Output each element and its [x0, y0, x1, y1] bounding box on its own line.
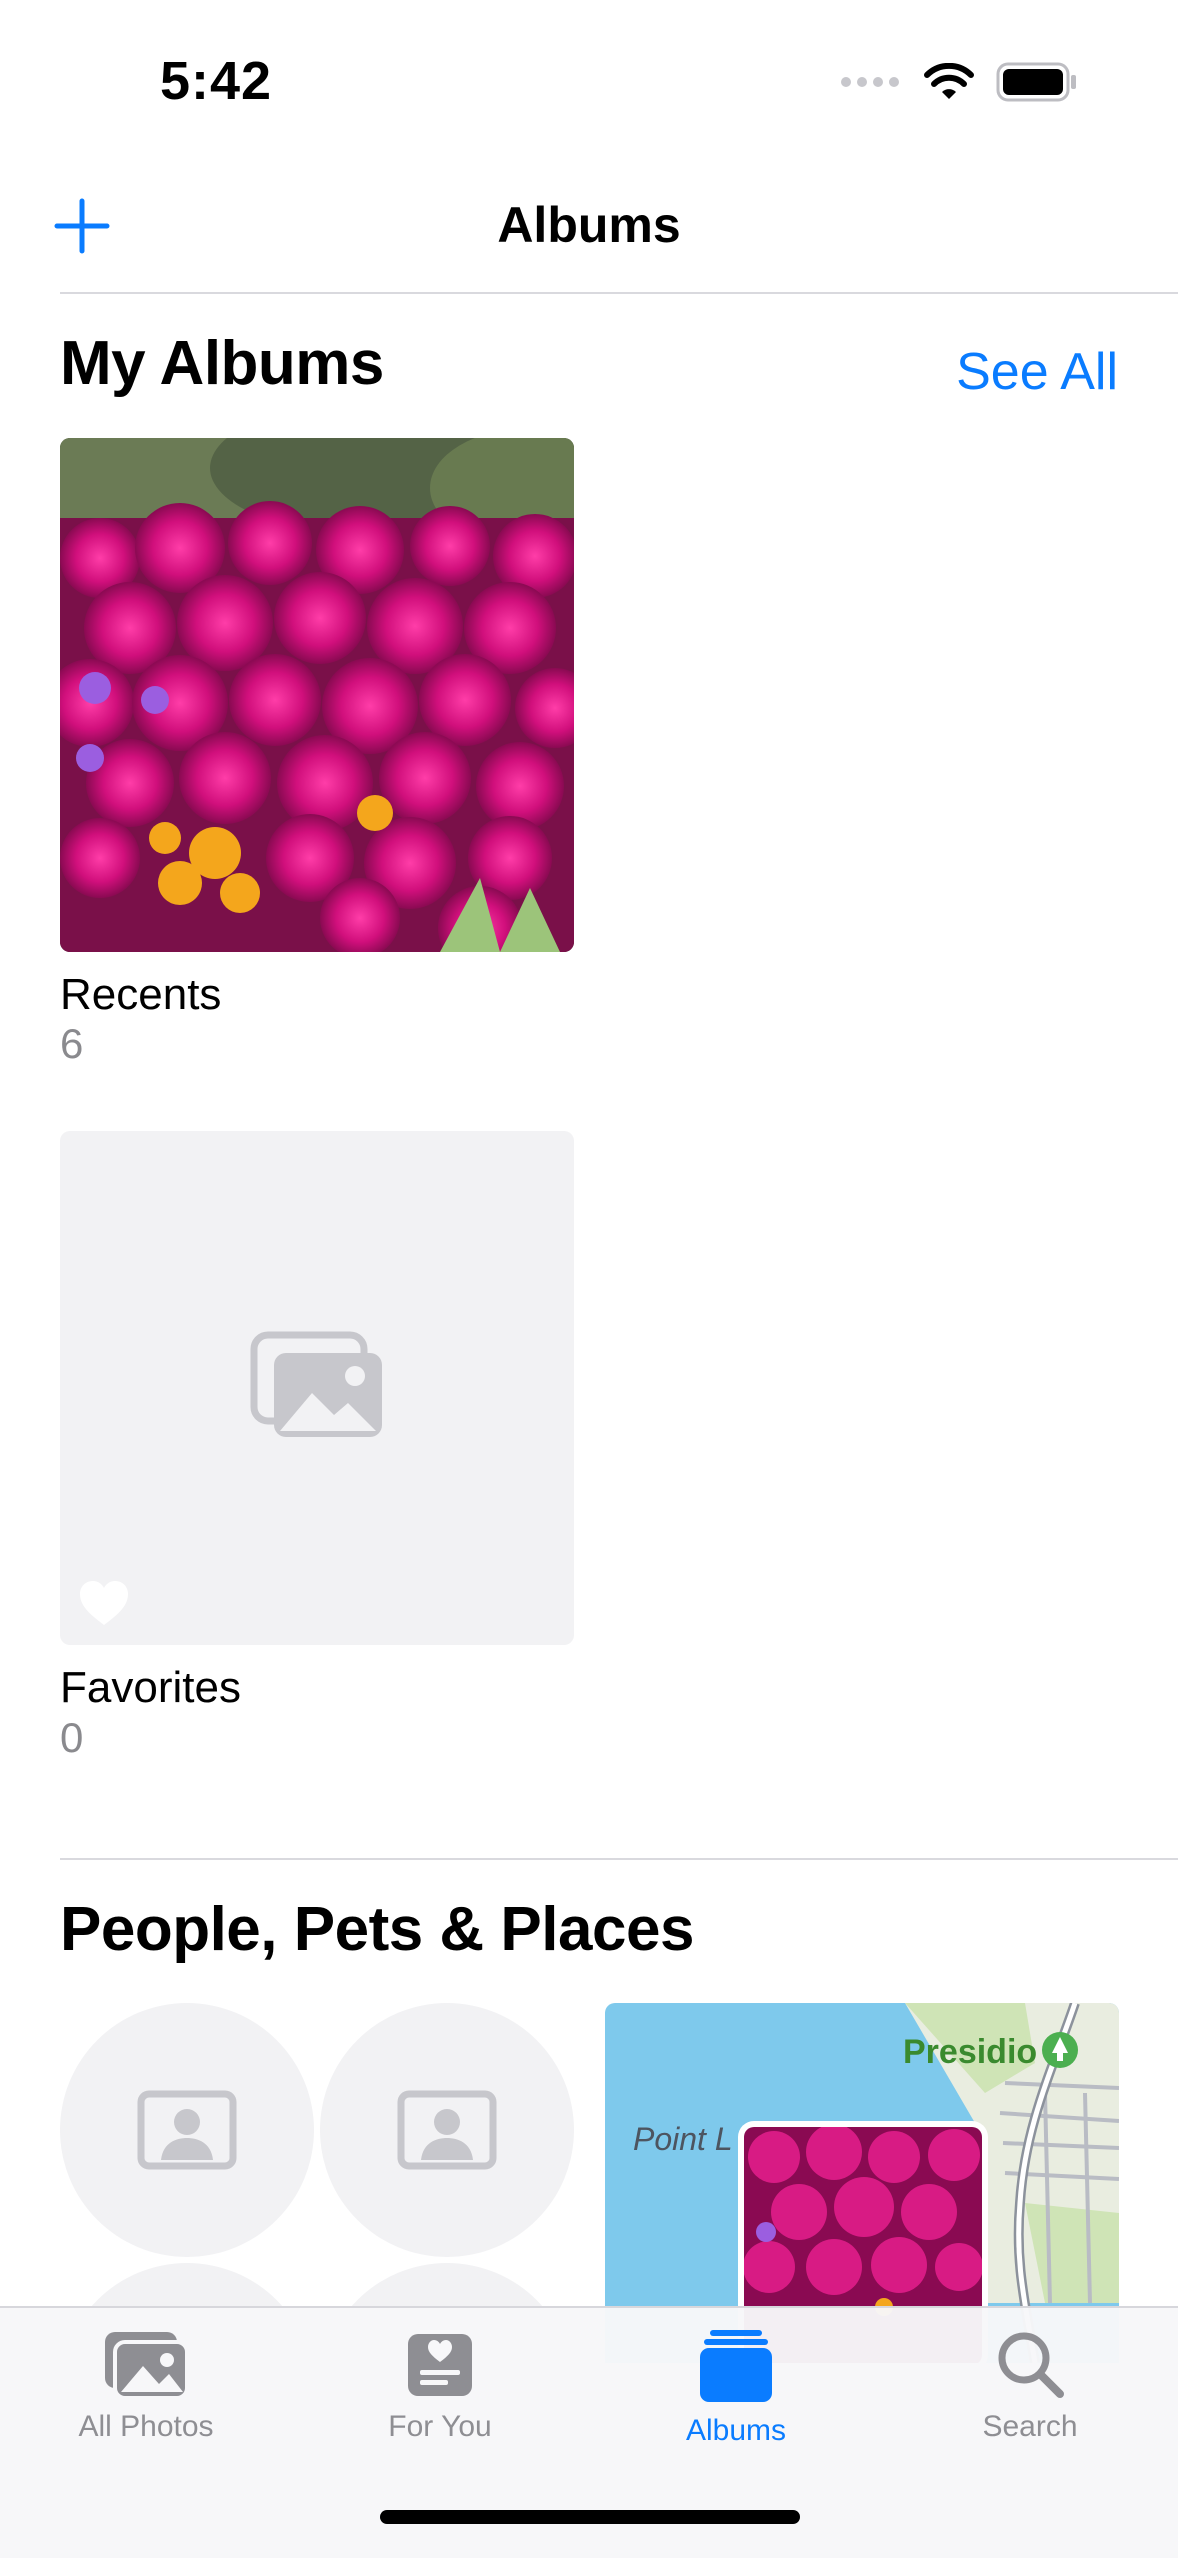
tab-label: Albums: [685, 2414, 787, 2447]
home-indicator[interactable]: [380, 2510, 800, 2524]
people-pets-places-heading: People, Pets & Places: [60, 1895, 694, 1964]
person-icon: [397, 2090, 497, 2170]
wifi-icon: [924, 63, 974, 99]
tab-albums[interactable]: Albums: [606, 2328, 866, 2448]
tab-label: Search: [982, 2410, 1078, 2443]
tab-label: For You: [388, 2410, 492, 2443]
favorites-album-name: Favorites: [60, 1663, 241, 1712]
for-you-icon: [408, 2334, 472, 2396]
my-albums-heading: My Albums: [60, 329, 384, 398]
map-label-point: Point L: [633, 2121, 733, 2157]
favorites-album-thumbnail[interactable]: [60, 1131, 574, 1645]
status-time: 5:42: [160, 51, 273, 111]
tab-label: All Photos: [78, 2410, 214, 2443]
nav-divider: [60, 292, 1178, 294]
recents-album-thumbnail[interactable]: [60, 438, 574, 952]
recents-album-count: 6: [60, 1020, 84, 1067]
person-placeholder[interactable]: [320, 2003, 574, 2257]
heart-icon: [80, 1581, 128, 1625]
person-placeholder[interactable]: [60, 2003, 314, 2257]
battery-icon: [996, 62, 1076, 102]
section-divider: [60, 1858, 1178, 1860]
page-title: Albums: [497, 197, 681, 253]
map-label-presidio: Presidio: [903, 2033, 1038, 2071]
flower-photo: [60, 438, 574, 952]
cellular-icon: [841, 77, 899, 87]
favorites-album-count: 0: [60, 1714, 84, 1761]
tab-search[interactable]: Search: [900, 2328, 1160, 2444]
recents-album-name: Recents: [60, 970, 222, 1019]
tab-for-you[interactable]: For You: [310, 2328, 570, 2444]
photos-placeholder-icon: [250, 1331, 382, 1437]
see-all-button[interactable]: See All: [956, 342, 1118, 402]
tab-all-photos[interactable]: All Photos: [16, 2328, 276, 2444]
search-icon: [998, 2332, 1064, 2398]
photo-stack-icon: [105, 2332, 189, 2400]
person-icon: [137, 2090, 237, 2170]
albums-icon: [700, 2330, 772, 2402]
status-icons: [840, 62, 1078, 102]
